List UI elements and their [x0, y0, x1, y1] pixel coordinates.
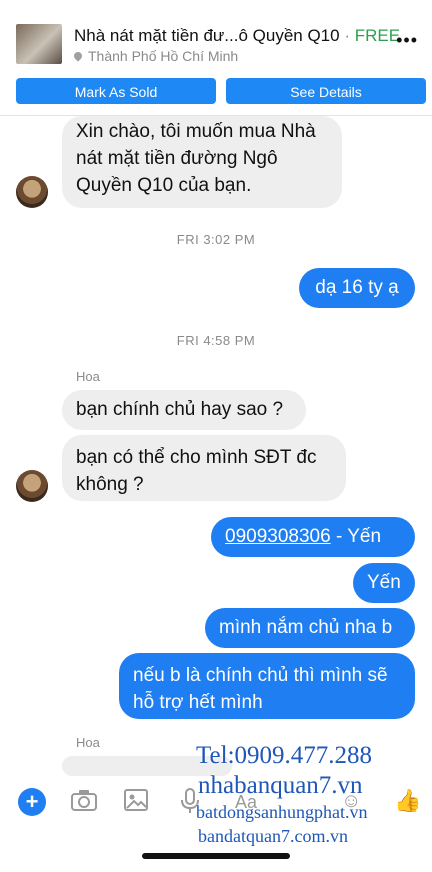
more-dots-icon[interactable]: ••• — [396, 30, 418, 51]
avatar[interactable] — [16, 470, 48, 502]
plus-icon[interactable]: + — [18, 788, 46, 816]
message-text: nếu b là chính chủ thì mình sẽ hỗ trợ hế… — [133, 665, 388, 713]
listing-title-text: Nhà nát mặt tiền đư...ô Quyền Q10 — [74, 26, 340, 45]
message-text: mình nắm chủ nha b — [219, 617, 393, 638]
message-outgoing[interactable]: dạ 16 ty ạ — [299, 268, 415, 308]
timestamp: FRI 4:58 PM — [176, 333, 256, 348]
message-text: dạ 16 ty ạ — [315, 277, 399, 298]
see-details-button[interactable]: See Details — [226, 78, 426, 104]
pin-icon — [72, 50, 84, 62]
watermark-site: batdongsanhungphat.vn — [196, 802, 368, 822]
avatar[interactable] — [16, 176, 48, 208]
image-icon[interactable] — [122, 788, 150, 814]
message-outgoing[interactable]: nếu b là chính chủ thì mình sẽ hỗ trợ hế… — [119, 653, 415, 719]
sender-name: Hoa — [76, 735, 100, 750]
home-indicator — [142, 853, 290, 859]
location-text: Thành Phố Hồ Chí Minh — [88, 48, 239, 64]
listing-location: Thành Phố Hồ Chí Minh — [72, 48, 239, 64]
message-incoming[interactable]: bạn chính chủ hay sao ? — [62, 390, 306, 430]
message-text: - Yến — [330, 526, 382, 547]
watermark-site: bandatquan7.com.vn — [198, 826, 348, 846]
watermark-phone: Tel:0909.477.288 — [196, 742, 373, 769]
message-outgoing[interactable]: 0909308306 - Yến — [211, 517, 415, 557]
phone-link[interactable]: 0909308306 — [225, 526, 331, 547]
message-incoming[interactable]: bạn có thể cho mình SĐT đc không ? — [62, 435, 346, 501]
camera-icon[interactable] — [70, 788, 98, 814]
sender-name: Hoa — [76, 369, 100, 384]
listing-header: Nhà nát mặt tiền đư...ô Quyền Q10 · FREE… — [0, 0, 432, 116]
message-text: bạn có thể cho mình SĐT đc không ? — [76, 447, 317, 495]
title-separator: · — [339, 26, 355, 45]
message-incoming[interactable]: Xin chào, tôi muốn mua Nhà nát mặt tiền … — [62, 116, 342, 208]
watermark-site: nhabanquan7.vn — [198, 772, 363, 799]
listing-title[interactable]: Nhà nát mặt tiền đư...ô Quyền Q10 · FREE — [74, 26, 400, 46]
message-text: bạn chính chủ hay sao ? — [76, 399, 284, 420]
message-text: Xin chào, tôi muốn mua Nhà nát mặt tiền … — [76, 121, 316, 196]
message-text: Yến — [367, 572, 401, 593]
timestamp: FRI 3:02 PM — [176, 232, 256, 247]
listing-thumbnail[interactable] — [16, 24, 62, 64]
listing-price: FREE — [354, 26, 401, 45]
message-outgoing[interactable]: Yến — [353, 563, 415, 603]
like-icon[interactable]: 👍 — [394, 788, 421, 814]
mark-as-sold-button[interactable]: Mark As Sold — [16, 78, 216, 104]
message-outgoing[interactable]: mình nắm chủ nha b — [205, 608, 415, 648]
